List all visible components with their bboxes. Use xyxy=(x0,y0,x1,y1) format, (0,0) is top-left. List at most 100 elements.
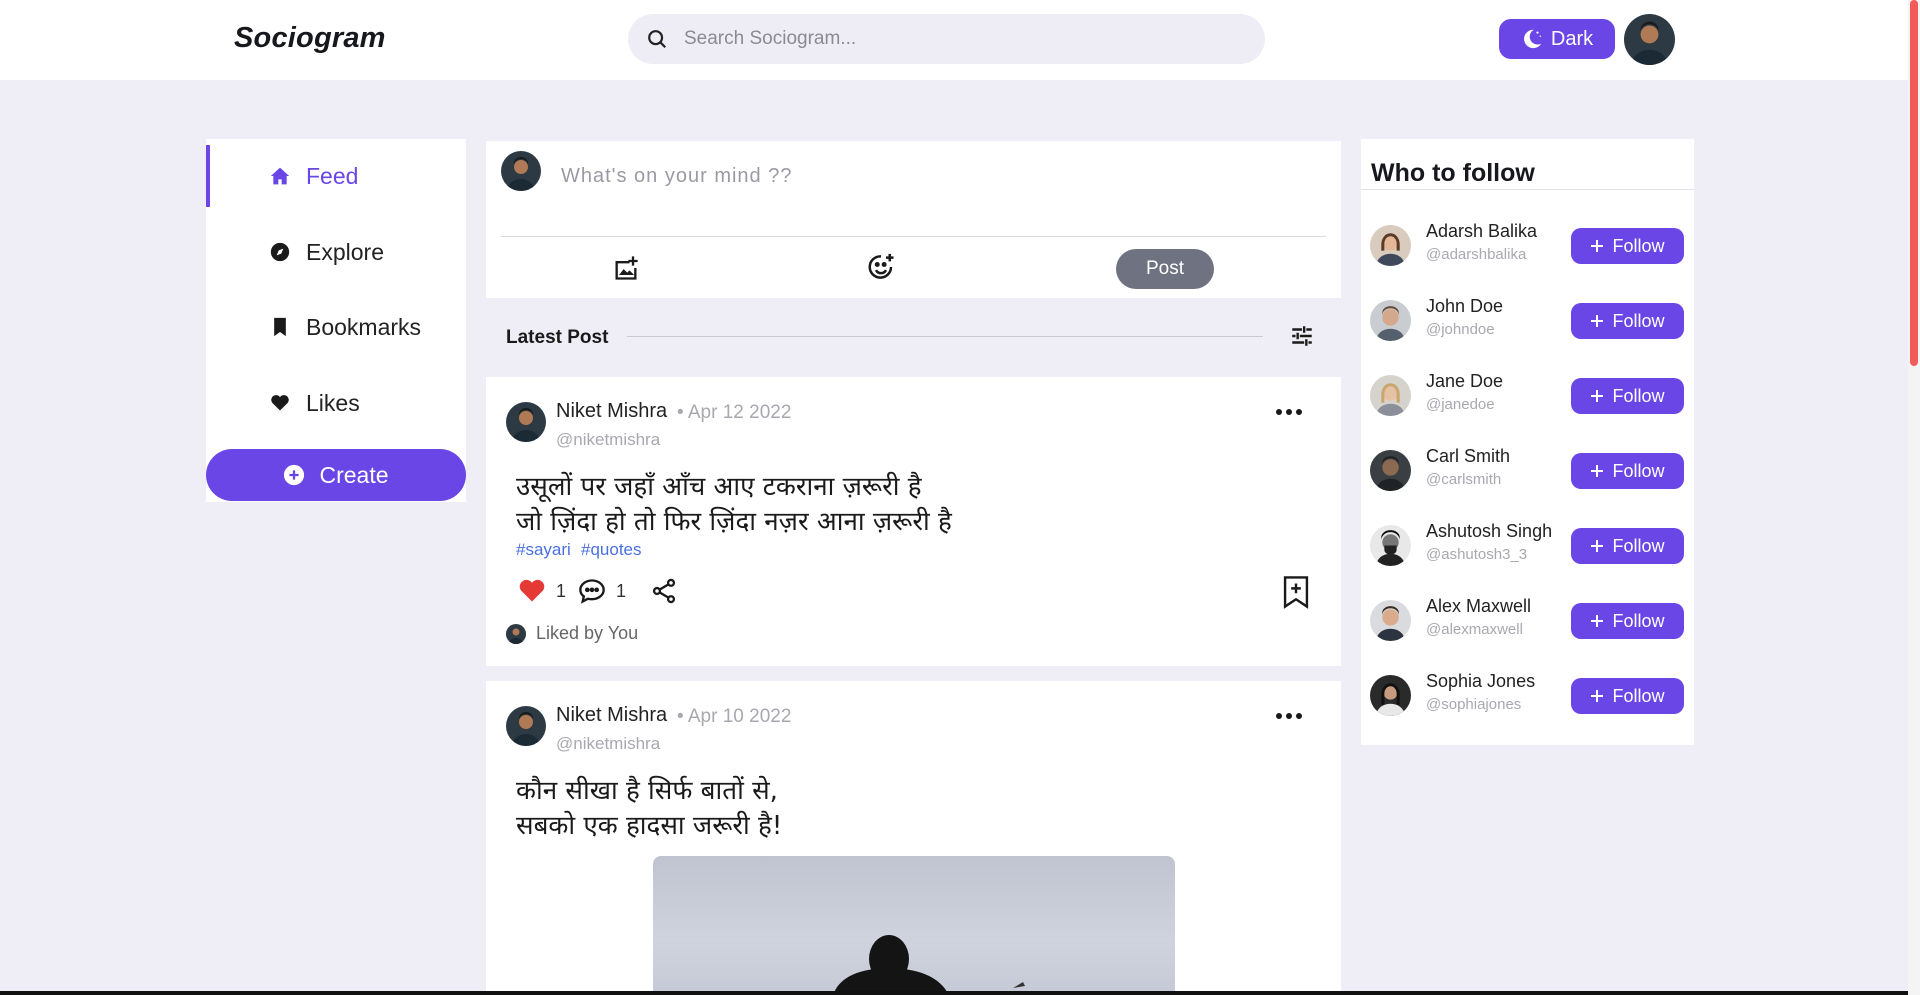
follow-label: Follow xyxy=(1612,535,1665,556)
app-logo[interactable]: Sociogram xyxy=(234,22,386,55)
follow-suggestion: Ashutosh Singh @ashutosh3_3 Follow xyxy=(1361,515,1694,575)
follow-suggestion: Alex Maxwell @alexmaxwell Follow xyxy=(1361,590,1694,650)
side-navigation: Feed Explore Bookmarks Likes Create xyxy=(206,139,466,502)
follow-button[interactable]: Follow xyxy=(1571,228,1684,264)
search-input[interactable] xyxy=(684,28,1244,50)
nav-item-feed[interactable]: Feed xyxy=(206,145,466,207)
scrollbar-thumb[interactable] xyxy=(1910,0,1918,366)
composer-input[interactable]: What's on your mind ?? xyxy=(561,165,792,188)
user-name[interactable]: Ashutosh Singh xyxy=(1426,521,1552,542)
search-bar[interactable] xyxy=(628,14,1265,64)
more-options-icon[interactable] xyxy=(1273,710,1305,722)
like-count: 1 xyxy=(556,580,567,601)
dark-mode-button[interactable]: Dark xyxy=(1499,19,1615,59)
user-handle: @johndoe xyxy=(1426,321,1495,338)
user-avatar[interactable] xyxy=(1370,600,1411,641)
search-icon xyxy=(648,30,667,49)
nav-item-label: Feed xyxy=(306,162,359,189)
user-name[interactable]: Carl Smith xyxy=(1426,446,1510,467)
home-icon xyxy=(270,167,290,185)
user-avatar[interactable] xyxy=(1370,525,1411,566)
user-name[interactable]: Jane Doe xyxy=(1426,371,1503,392)
user-name[interactable]: Sophia Jones xyxy=(1426,671,1535,692)
post-author-handle: @niketmishra xyxy=(556,430,661,449)
post-author-avatar[interactable] xyxy=(506,402,546,442)
follow-button[interactable]: Follow xyxy=(1571,603,1684,639)
nav-item-likes[interactable]: Likes xyxy=(206,372,466,434)
user-avatar[interactable] xyxy=(1370,450,1411,491)
person-silhouette-image xyxy=(833,935,1025,995)
divider xyxy=(501,236,1326,237)
dark-mode-label: Dark xyxy=(1550,27,1594,50)
plus-icon xyxy=(1591,540,1604,552)
nav-item-explore[interactable]: Explore xyxy=(206,221,466,283)
user-handle: @ashutosh3_3 xyxy=(1426,546,1528,563)
follow-button[interactable]: Follow xyxy=(1571,678,1684,714)
nav-item-bookmarks[interactable]: Bookmarks xyxy=(206,296,466,358)
share-icon xyxy=(652,578,676,604)
create-button[interactable]: Create xyxy=(206,449,466,501)
user-avatar[interactable] xyxy=(1370,375,1411,416)
follow-button[interactable]: Follow xyxy=(1571,303,1684,339)
user-avatar[interactable] xyxy=(1370,675,1411,716)
post-text-line: उसूलों पर जहाँ आँच आए टकराना ज़रूरी है xyxy=(516,472,922,502)
follow-label: Follow xyxy=(1612,310,1665,331)
plus-icon xyxy=(1591,690,1604,702)
share-button[interactable] xyxy=(650,577,678,605)
user-handle: @carlsmith xyxy=(1426,471,1502,488)
plus-icon xyxy=(1591,315,1604,327)
user-avatar[interactable] xyxy=(1370,225,1411,266)
post-image[interactable] xyxy=(653,856,1175,995)
post-date: • Apr 12 2022 xyxy=(677,402,792,423)
user-avatar[interactable] xyxy=(1370,300,1411,341)
bookmark-icon xyxy=(274,317,286,337)
liker-avatar xyxy=(506,623,526,644)
post-text-line: सबको एक हादसा जरूरी है! xyxy=(516,811,783,841)
divider xyxy=(627,336,1263,337)
user-name[interactable]: Adarsh Balika xyxy=(1426,221,1537,242)
profile-avatar[interactable] xyxy=(1624,14,1675,65)
liked-by: Liked by You xyxy=(506,623,638,644)
heart-filled-icon xyxy=(519,579,545,602)
follow-suggestion: Carl Smith @carlsmith Follow xyxy=(1361,440,1694,500)
user-name[interactable]: Alex Maxwell xyxy=(1426,596,1531,617)
like-button[interactable]: 1 xyxy=(518,577,566,605)
post-author-name[interactable]: Niket Mishra xyxy=(556,704,667,727)
hashtag-link[interactable]: #sayari xyxy=(516,540,571,560)
composer-avatar xyxy=(501,151,541,191)
post-composer: What's on your mind ?? Post xyxy=(486,141,1341,298)
post-date: • Apr 10 2022 xyxy=(677,706,792,727)
follow-button[interactable]: Follow xyxy=(1571,453,1684,489)
top-bar: Sociogram Dark xyxy=(0,0,1908,80)
follow-button[interactable]: Follow xyxy=(1571,528,1684,564)
follow-button[interactable]: Follow xyxy=(1571,378,1684,414)
add-emoji-icon[interactable] xyxy=(866,252,896,282)
post-card: Niket Mishra • Apr 10 2022 @niketmishra … xyxy=(486,681,1341,995)
user-handle: @janedoe xyxy=(1426,396,1495,413)
add-image-icon[interactable] xyxy=(612,254,640,282)
plus-icon xyxy=(1591,240,1604,252)
post-author-handle: @niketmishra xyxy=(556,734,661,753)
comment-button[interactable]: 1 xyxy=(578,577,626,605)
post-author-avatar[interactable] xyxy=(506,706,546,746)
post-card: Niket Mishra • Apr 12 2022 @niketmishra … xyxy=(486,377,1341,666)
window-edge xyxy=(0,991,1908,995)
moon-icon xyxy=(1523,29,1542,49)
post-author-name[interactable]: Niket Mishra xyxy=(556,400,667,423)
hashtag-link[interactable]: #quotes xyxy=(581,540,642,560)
bookmark-add-icon[interactable] xyxy=(1281,575,1311,609)
comment-icon xyxy=(579,579,605,604)
plus-icon xyxy=(1591,615,1604,627)
create-label: Create xyxy=(319,461,389,488)
follow-label: Follow xyxy=(1612,460,1665,481)
filter-icon[interactable] xyxy=(1289,323,1315,349)
user-name[interactable]: John Doe xyxy=(1426,296,1503,317)
follow-label: Follow xyxy=(1612,235,1665,256)
heart-icon xyxy=(271,395,289,411)
nav-item-label: Likes xyxy=(306,389,360,416)
post-text-line: जो ज़िंदा हो तो फिर ज़िंदा नज़र आना ज़रू… xyxy=(516,507,952,537)
more-options-icon[interactable] xyxy=(1273,406,1305,418)
user-handle: @adarshbalika xyxy=(1426,246,1527,263)
follow-label: Follow xyxy=(1612,685,1665,706)
post-button[interactable]: Post xyxy=(1116,249,1214,289)
